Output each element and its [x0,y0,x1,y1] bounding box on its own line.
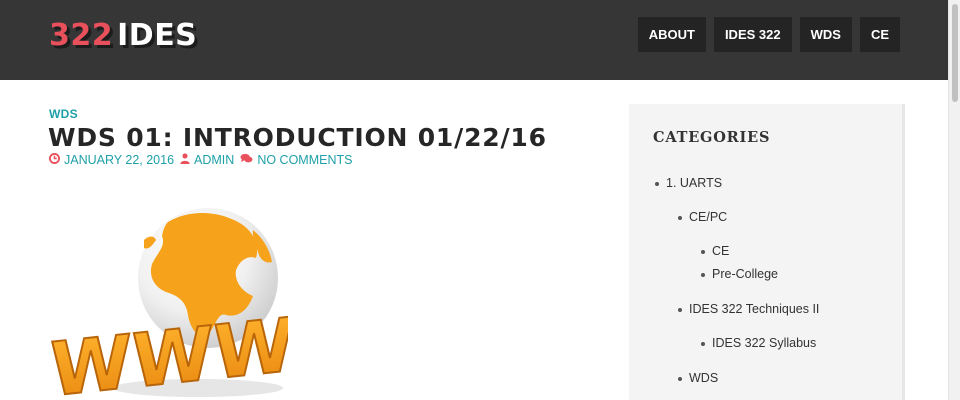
nav-item-ce[interactable]: CE [859,17,900,52]
category-item-pre-college[interactable]: Pre-College [700,267,778,281]
sidebar-widget: CATEGORIES 1. UARTS CE/PC CE Pre-College… [629,104,905,400]
nav-item-ides-322[interactable]: IDES 322 [713,17,792,52]
main-nav: ABOUT IDES 322 WDS CE [637,17,900,52]
comments-icon [240,153,253,167]
nav-item-wds[interactable]: WDS [799,17,852,52]
nav-item-about[interactable]: ABOUT [637,17,706,52]
scrollbar-thumb[interactable] [952,4,958,102]
category-item-ce[interactable]: CE [700,244,729,258]
categories-heading: CATEGORIES [653,129,771,146]
post-title[interactable]: WDS 01: INTRODUCTION 01/22/16 [48,121,547,155]
post-comments-link[interactable]: NO COMMENTS [257,153,352,167]
site-header: 322 IDES ABOUT IDES 322 WDS CE [0,0,948,80]
category-item-ides-322-syllabus[interactable]: IDES 322 Syllabus [700,336,816,350]
site-logo[interactable]: 322 IDES [49,18,197,54]
post-author-link[interactable]: ADMIN [194,153,234,167]
post-date-link[interactable]: JANUARY 22, 2016 [64,153,174,167]
user-icon [180,153,190,167]
globe-www-image: WWW [49,208,288,400]
category-item-ce-pc[interactable]: CE/PC [677,210,727,224]
post-meta: JANUARY 22, 2016 ADMIN NO COMMENTS [49,153,358,167]
logo-word: IDES [117,18,198,53]
page-scrollbar[interactable] [948,0,960,400]
logo-number: 322 [49,18,114,53]
category-item-uarts[interactable]: 1. UARTS [654,176,722,190]
category-item-ides-322-techniques[interactable]: IDES 322 Techniques II [677,302,819,316]
www-text: WWW [50,302,288,400]
category-item-wds[interactable]: WDS [677,371,718,385]
clock-icon [49,153,60,167]
post-category-link[interactable]: WDS [49,107,78,121]
